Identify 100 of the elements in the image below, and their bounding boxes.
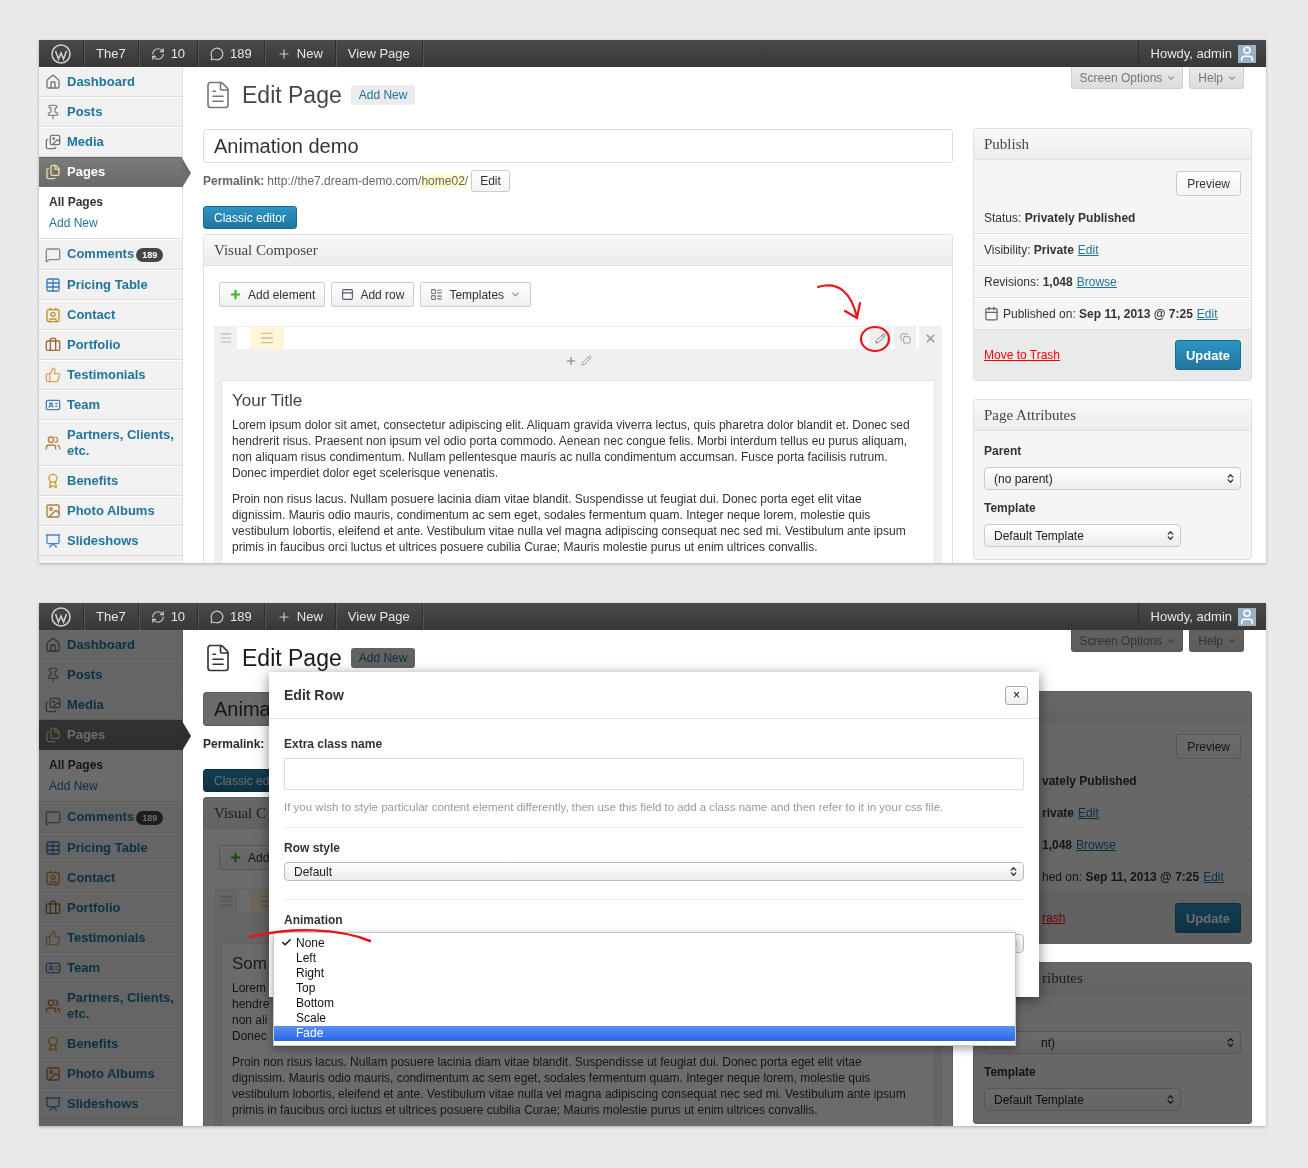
add-new-button[interactable]: Add New [350,648,416,668]
logo-icon[interactable] [51,606,71,627]
submenu-item[interactable]: All Pages [39,755,182,776]
edit-link[interactable]: Browse [1076,837,1117,852]
sidebar-item[interactable]: Benefits [39,466,182,496]
trash-link[interactable]: Move to Trash [984,348,1061,362]
sidebar-item[interactable]: Partners, Clients, etc. [39,983,182,1029]
account-link[interactable]: Howdy, admin [1150,609,1232,624]
files-icon [45,164,61,180]
dropdown-option[interactable]: Fade [274,1026,1015,1041]
template-select[interactable]: Default Template [984,524,1181,547]
dropdown-option[interactable]: Right [274,966,1015,981]
submenu-item[interactable]: All Pages [39,192,182,213]
plus-icon[interactable] [564,355,577,367]
toolbar-link[interactable]: New [296,46,323,61]
sidebar-item[interactable]: Dashboard [39,67,182,97]
toolbar-link[interactable]: View Page [347,46,410,61]
dropdown-option[interactable]: None [274,936,1015,951]
sidebar-item[interactable]: Contact [39,300,182,330]
sidebar-item[interactable]: Comments 189 [39,802,182,833]
sidebar-item[interactable]: Pricing Table [39,270,182,300]
sidebar-item[interactable]: Dashboard [39,630,182,660]
sidebar-item[interactable]: Testimonials [39,360,182,390]
sidebar-item[interactable]: Portfolio [39,330,182,360]
preview-button[interactable]: Preview [1176,171,1241,196]
publish-info: hed on: Sep 11, 2013 @ 7:25 [1042,869,1200,884]
edit-link[interactable]: Edit [1203,869,1224,884]
sidebar-item[interactable]: Team [39,953,182,983]
row-style-select[interactable]: Default [284,862,1024,881]
submenu-item[interactable]: Add New [39,776,182,797]
toolbar-link[interactable]: The7 [96,46,126,61]
close-icon[interactable] [919,327,941,349]
content-heading: Your Title [232,391,303,411]
sidebar-item[interactable]: Testimonials [39,923,182,953]
contact-card-icon [45,307,61,323]
update-button[interactable]: Update [1174,903,1241,933]
toolbar-link[interactable]: 10 [170,46,186,61]
class-name-field[interactable] [284,758,1024,790]
edit-icon[interactable] [580,355,592,366]
screen-tab[interactable]: Screen Options [1070,67,1184,89]
sidebar-item[interactable]: Posts [39,97,182,127]
close-button[interactable]: × [1005,685,1028,705]
sidebar-item[interactable]: Partners, Clients, etc. [39,420,182,466]
update-button[interactable]: Update [1174,340,1241,370]
sidebar-item[interactable]: Comments 189 [39,239,182,270]
edit-link[interactable]: Edit [1078,805,1099,820]
house-icon [45,637,61,653]
sidebar-item[interactable]: Team [39,390,182,420]
parent-select[interactable]: (no parent) [984,467,1241,490]
toolbar-link[interactable]: 189 [230,609,252,624]
edit-link[interactable]: Browse [1076,274,1117,289]
avatar-icon [1238,44,1256,63]
add-new-button[interactable]: Add New [350,85,416,105]
toolbar-link[interactable]: New [296,609,323,624]
sidebar-item[interactable]: Contact [39,863,182,893]
field-label: Row style [284,841,341,855]
dialog-title: Edit Row [284,687,344,703]
paragraph: Proin non risus lacus. Nullam posuere lacinia diam vitae blandit. Suspendisse ut feugiat dui. Donec porta eget elit vitae dignissim. Mauris odio mauris, condimentum ac sem eget, sodales fermentum quam. Integer neque lorem, molestie quis vestibulum lobortis, eleifend et ante. Vestibulum vitae nulla vel magna adipiscing consequat nec sed mi. Vestibulum ante ipsum primis in faucibus orci luctus et ultrices posuere cubilia Curae; Mauris molestie purus ut enim ultrices convallis. [232,491,907,555]
calendar-icon [984,306,999,321]
toolbar-link[interactable]: View Page [347,609,410,624]
sidebar-item[interactable]: Slideshows [39,526,182,556]
people-icon [45,998,61,1014]
edit-link[interactable]: Edit [1077,242,1099,257]
sidebar-item[interactable]: Photo Albums [39,496,182,526]
edit-link[interactable]: Edit [1196,306,1218,321]
screen-tab[interactable]: Help [1189,67,1244,89]
account-link[interactable]: Howdy, admin [1150,46,1232,61]
sidebar-item[interactable]: Benefits [39,1029,182,1059]
classic-editor-button[interactable]: Classic editor [203,206,298,229]
sidebar-item[interactable]: Slideshows [39,1089,182,1119]
table-icon [45,840,61,856]
toolbar-link[interactable]: The7 [96,609,126,624]
sidebar-item[interactable]: Photo Albums [39,1059,182,1089]
copy-icon[interactable] [894,327,916,349]
preview-button[interactable]: Preview [1176,734,1241,759]
drag-handle-icon[interactable] [215,327,237,349]
dropdown-option[interactable]: Bottom [274,996,1015,1011]
dropdown-option[interactable]: Left [274,951,1015,966]
logo-icon[interactable] [51,43,71,64]
panel-title: ributes [1042,970,1083,986]
submenu-item[interactable]: Add New [39,213,182,234]
toolbar-button[interactable]: Add element [219,282,326,307]
sidebar-item[interactable]: Portfolio [39,893,182,923]
toolbar-button[interactable]: Templates [420,282,532,307]
dropdown-option[interactable]: Scale [274,1011,1015,1026]
template-select[interactable]: Default Template [984,1088,1181,1111]
dropdown-option[interactable]: Top [274,981,1015,996]
edit-button[interactable]: Edit [471,170,510,192]
sidebar-item[interactable]: Posts [39,660,182,690]
sidebar-item[interactable]: Pricing Table [39,833,182,863]
toolbar-button[interactable]: Add row [331,282,415,307]
parent-select[interactable]: nt) [984,1031,1241,1054]
toolbar-link[interactable]: 10 [170,609,186,624]
title-field[interactable]: Animation demo [203,129,953,163]
briefcase-icon [45,337,61,353]
permalink-label: Permalink: [203,737,265,751]
field-label: Template [984,1065,1037,1079]
thumbs-up-icon [45,367,61,383]
help-text: If you wish to style particular content element differently, then use this field to add a class name and then refer to it in your css file. [284,801,945,813]
toolbar-link[interactable]: 189 [230,46,252,61]
